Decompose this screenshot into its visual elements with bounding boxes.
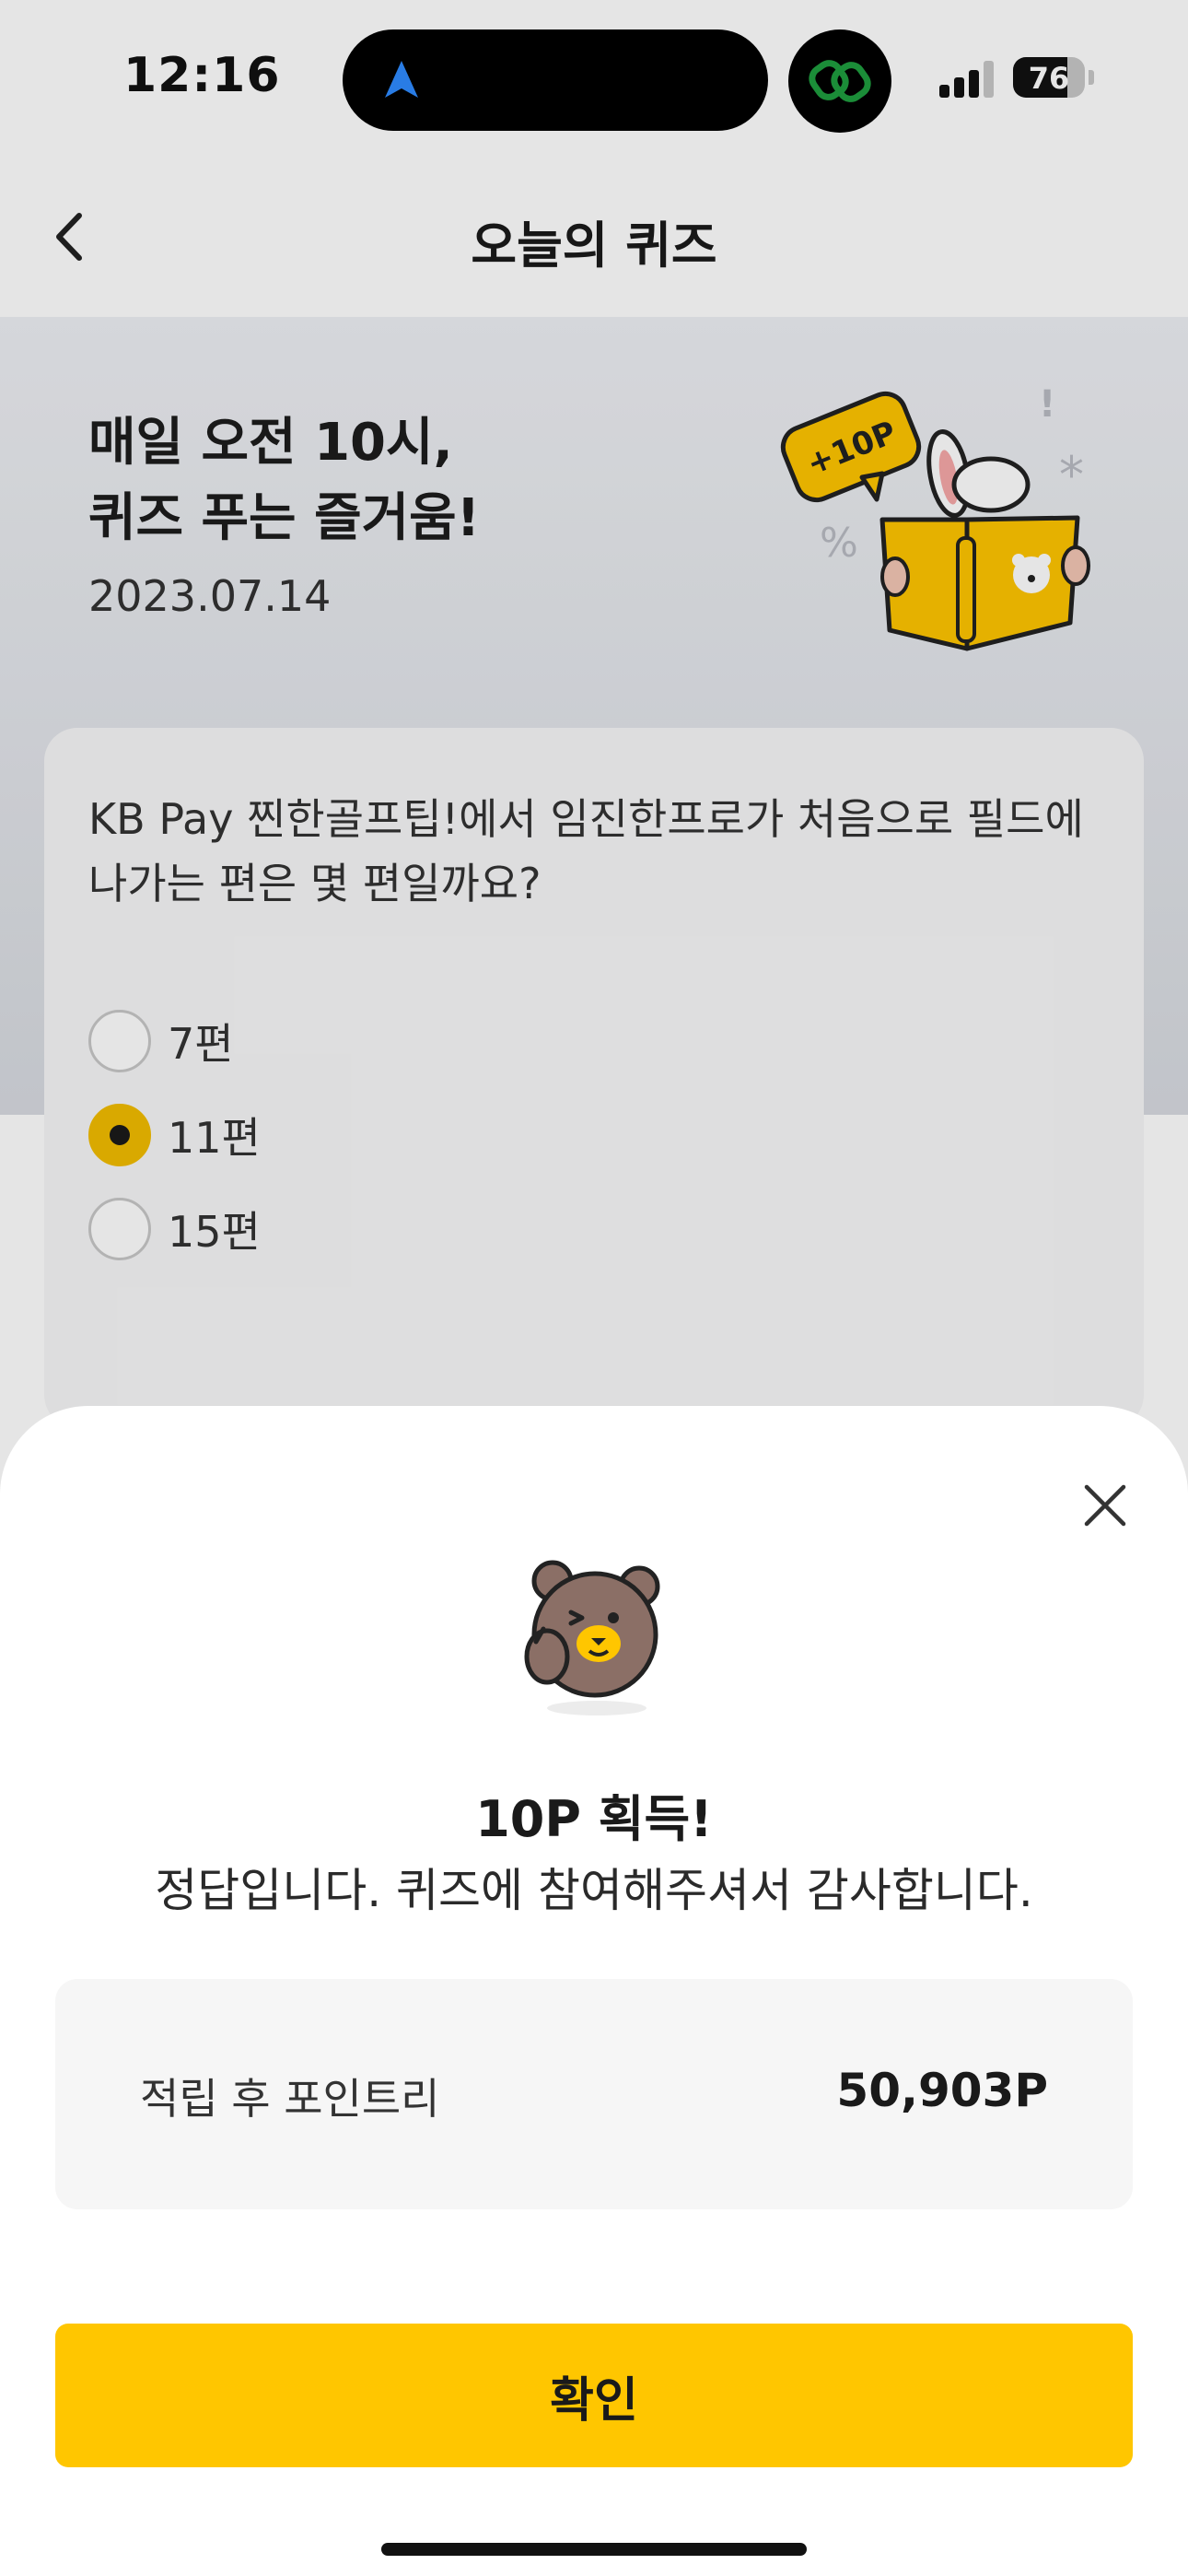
points-label: 적립 후 포인트리 [140,2074,440,2124]
reward-message: 정답입니다. 퀴즈에 참여해주셔서 감사합니다. [155,1864,1033,1917]
points-value: 50,903P [836,2064,1048,2117]
reward-title: 10P 획득! [475,1790,713,1848]
home-indicator[interactable] [381,2543,807,2556]
confirm-button[interactable]: 확인 [55,2324,1133,2467]
result-bottom-sheet: 10P 획득! 정답입니다. 퀴즈에 참여해주셔서 감사합니다. 적립 후 포인… [0,1406,1188,2576]
points-summary: 적립 후 포인트리 50,903P [55,1979,1133,2209]
close-icon[interactable] [1077,1478,1133,1533]
bear-thumbs-up-illustration [524,1560,660,1715]
